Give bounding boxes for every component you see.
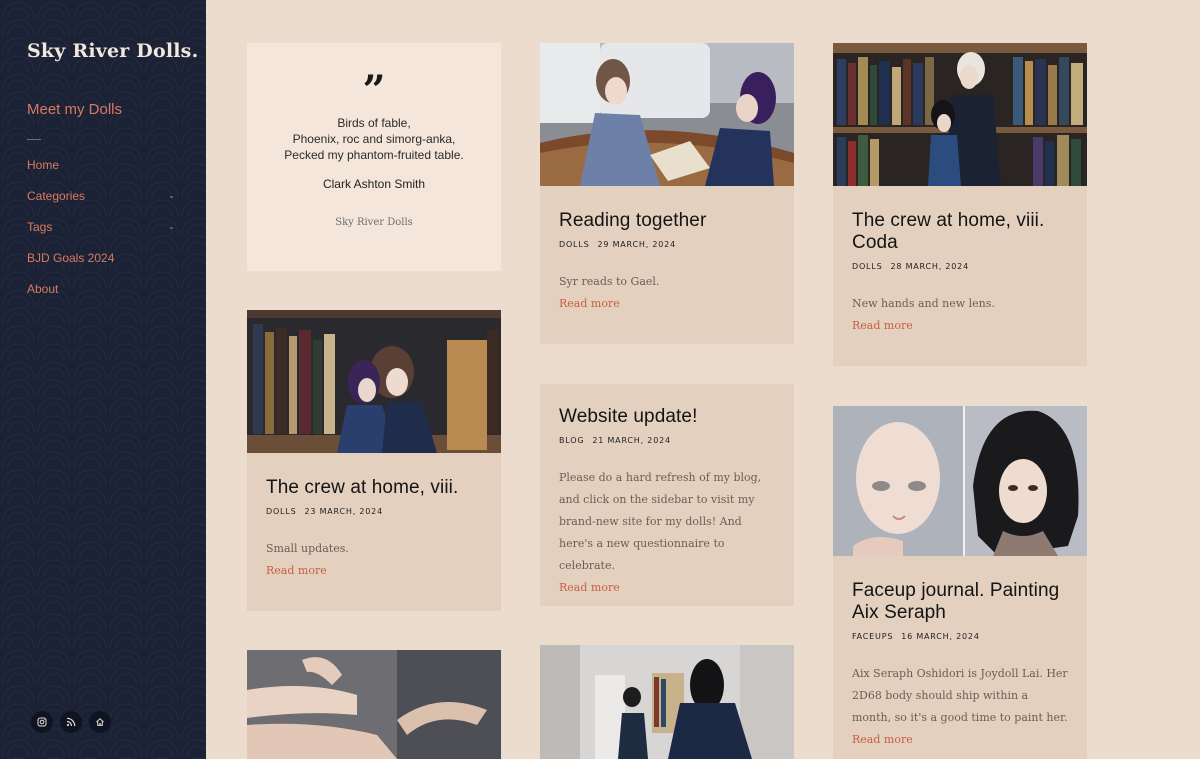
post-date: 28 MARCH, 2024 [890,262,969,271]
post-meta: DOLLS 23 MARCH, 2024 [266,507,482,516]
post-category[interactable]: DOLLS [559,240,589,249]
post-title[interactable]: The crew at home, viii. [266,477,482,499]
post-title[interactable]: Website update! [559,406,775,428]
post-meta: DOLLS 29 MARCH, 2024 [559,240,775,249]
read-more-link[interactable]: Read more [852,315,1068,337]
post-category[interactable]: BLOG [559,436,584,445]
quote-line: Phoenix, roc and simorg-anka, [292,132,456,146]
post-card[interactable] [247,650,501,759]
post-category[interactable]: DOLLS [266,507,296,516]
chevron-down-icon[interactable]: ⌄ [168,191,175,200]
nav-label: BJD Goals 2024 [27,251,115,265]
post-card[interactable]: The crew at home, viii. DOLLS 23 MARCH, 2… [247,310,501,611]
read-more-link[interactable]: Read more [266,560,482,582]
nav-label: Categories [27,189,86,203]
post-category[interactable]: DOLLS [852,262,882,271]
post-excerpt: Syr reads to Gael. [559,275,660,288]
post-date: 16 MARCH, 2024 [901,632,980,641]
nav-item-about[interactable]: About [27,282,177,313]
read-more-link[interactable]: Read more [559,577,775,599]
post-date: 23 MARCH, 2024 [304,507,383,516]
post-card[interactable]: Reading together DOLLS 29 MARCH, 2024 Syr… [540,43,794,344]
post-image[interactable] [833,406,1087,556]
nav-item-bjd-goals[interactable]: BJD Goals 2024 [27,251,177,282]
read-more-link[interactable]: Read more [559,293,775,315]
post-image[interactable] [247,650,501,759]
nav-label: Tags [27,220,53,234]
post-excerpt: Please do a hard refresh of my blog, and… [559,471,762,572]
post-excerpt: Aix Seraph Oshidori is Joydoll Lai. Her … [852,667,1068,724]
site-title[interactable]: Sky River Dolls. [27,40,198,62]
post-excerpt: Small updates. [266,542,349,555]
quote-source: Sky River Dolls [335,217,413,228]
post-date: 21 MARCH, 2024 [592,436,671,445]
home-icon[interactable] [89,711,111,733]
post-image[interactable] [833,43,1087,186]
post-meta: FACEUPS 16 MARCH, 2024 [852,632,1068,641]
quote-line: Birds of fable, [337,116,411,130]
quote-mark-icon: ” [362,67,386,114]
post-card[interactable]: Website update! BLOG 21 MARCH, 2024 Pleas… [540,384,794,606]
nav-item-home[interactable]: Home [27,158,177,189]
post-meta: DOLLS 28 MARCH, 2024 [852,262,1068,271]
quote-line: Pecked my phantom-fruited table. [284,148,464,162]
post-card[interactable]: The crew at home, viii. Coda DOLLS 28 MAR… [833,43,1087,366]
post-image[interactable] [540,43,794,186]
post-image[interactable] [247,310,501,453]
sidebar-nav: Home Categories ⌄ Tags ⌄ BJD Goals 2024 Ab… [27,158,177,313]
post-title[interactable]: Faceup journal. Painting Aix Seraph [852,580,1068,624]
quote-text: Birds of fable, Phoenix, roc and simorg-… [247,115,501,163]
nav-item-tags[interactable]: Tags ⌄ [27,220,177,251]
instagram-icon[interactable] [31,711,53,733]
post-card[interactable]: Faceup journal. Painting Aix Seraph FACE… [833,406,1087,759]
chevron-down-icon[interactable]: ⌄ [168,222,175,231]
post-card[interactable] [540,645,794,759]
post-date: 29 MARCH, 2024 [597,240,676,249]
sidebar: Sky River Dolls. Meet my Dolls Home Cate… [0,0,206,759]
post-title[interactable]: Reading together [559,210,775,232]
social-links [31,711,111,733]
nav-item-categories[interactable]: Categories ⌄ [27,189,177,220]
post-image[interactable] [540,645,794,759]
post-meta: BLOG 21 MARCH, 2024 [559,436,775,445]
nav-label: Home [27,158,60,172]
quote-card: ” Birds of fable, Phoenix, roc and simor… [247,43,501,271]
meet-my-dolls-link[interactable]: Meet my Dolls [27,101,122,118]
sidebar-divider [27,139,41,140]
quote-author: Clark Ashton Smith [322,177,426,191]
rss-icon[interactable] [60,711,82,733]
post-excerpt: New hands and new lens. [852,297,995,310]
post-title[interactable]: The crew at home, viii. Coda [852,210,1068,254]
post-category[interactable]: FACEUPS [852,632,893,641]
read-more-link[interactable]: Read more [852,729,1068,751]
nav-label: About [27,282,59,296]
